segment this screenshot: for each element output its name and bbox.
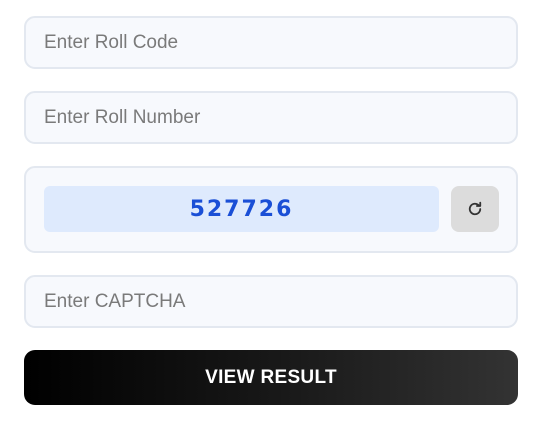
roll-code-input[interactable] xyxy=(24,16,518,69)
captcha-panel: 527726 xyxy=(24,166,518,253)
refresh-icon xyxy=(466,200,484,218)
roll-number-input[interactable] xyxy=(24,91,518,144)
captcha-code: 527726 xyxy=(44,186,439,232)
refresh-captcha-button[interactable] xyxy=(451,186,499,232)
view-result-button[interactable]: VIEW RESULT xyxy=(24,350,518,405)
captcha-input[interactable] xyxy=(24,275,518,328)
